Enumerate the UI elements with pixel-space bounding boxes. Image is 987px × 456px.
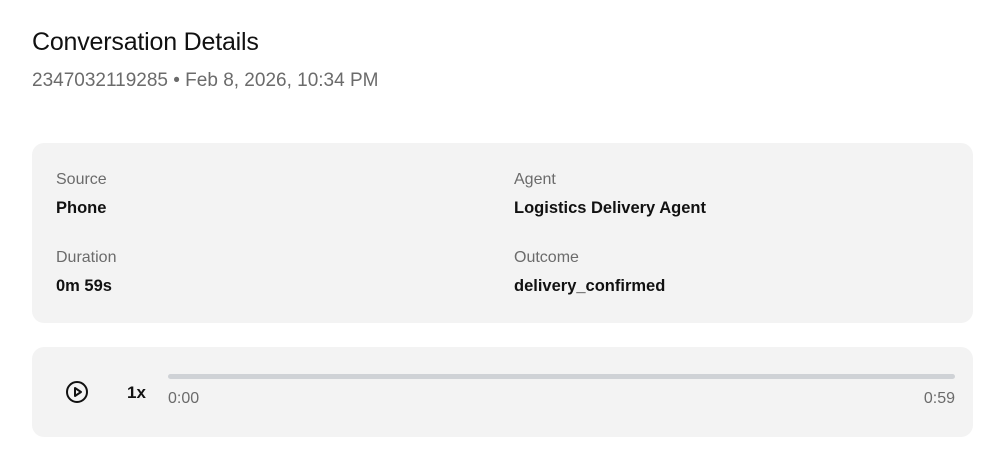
agent-label: Agent <box>514 171 556 188</box>
outcome-value: delivery_confirmed <box>514 277 666 295</box>
agent-value: Logistics Delivery Agent <box>514 199 706 217</box>
agent-field: Agent Logistics Delivery Agent <box>514 171 706 218</box>
playback-speed-button[interactable]: 1x <box>127 383 146 403</box>
duration-value: 0m 59s <box>56 277 112 295</box>
page-title: Conversation Details <box>32 28 259 56</box>
details-card: Source Phone Agent Logistics Delivery Ag… <box>32 143 973 323</box>
play-button[interactable] <box>65 380 89 404</box>
duration-field: Duration 0m 59s <box>56 249 116 296</box>
conversation-details-page: Conversation Details 2347032119285 • Feb… <box>0 0 987 456</box>
outcome-label: Outcome <box>514 249 579 266</box>
current-time: 0:00 <box>168 390 200 407</box>
audio-player: 1x 0:00 0:59 <box>32 347 973 437</box>
conversation-meta: 2347032119285 • Feb 8, 2026, 10:34 PM <box>32 70 379 91</box>
outcome-field: Outcome delivery_confirmed <box>514 249 665 296</box>
duration-label: Duration <box>56 249 117 266</box>
total-time: 0:59 <box>923 390 955 407</box>
source-field: Source Phone <box>56 171 107 218</box>
progress-track[interactable] <box>168 374 955 379</box>
play-circle-icon <box>66 381 88 403</box>
source-label: Source <box>56 171 107 188</box>
source-value: Phone <box>56 199 107 217</box>
